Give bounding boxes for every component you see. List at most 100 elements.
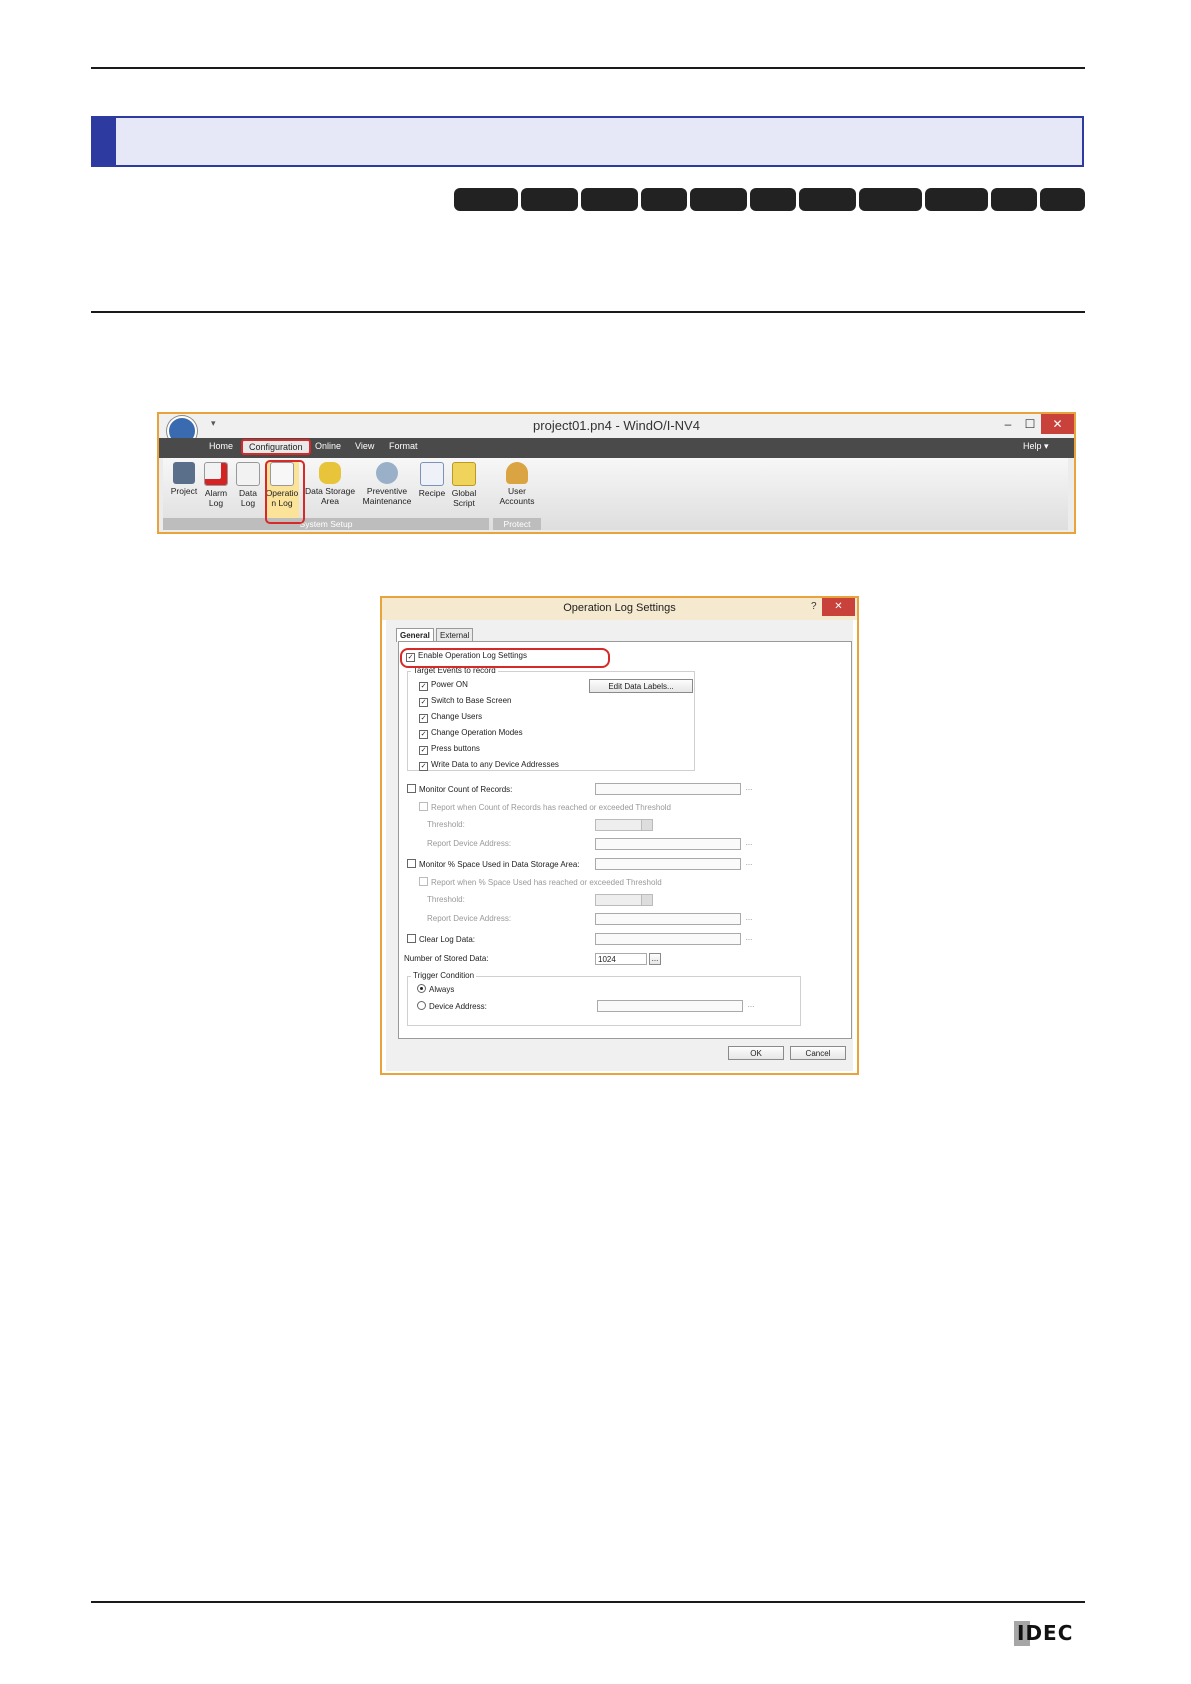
- tab-configuration[interactable]: Configuration: [241, 439, 311, 455]
- clear-log-checkbox[interactable]: [407, 934, 416, 943]
- checkbox-icon[interactable]: ✓: [419, 746, 428, 755]
- monitor-count-browse[interactable]: ...: [743, 783, 755, 795]
- project-button[interactable]: Project: [169, 462, 199, 496]
- dialog-body: General External Memory Device ✓Enable O…: [386, 620, 853, 1071]
- event-change-users[interactable]: ✓ Change Users: [419, 712, 482, 723]
- tab-general[interactable]: General: [396, 628, 434, 642]
- tab-view[interactable]: View: [355, 441, 374, 451]
- event-press-buttons[interactable]: ✓ Press buttons: [419, 744, 480, 755]
- clear-log-row[interactable]: Clear Log Data:: [407, 934, 475, 944]
- event-write-data[interactable]: ✓ Write Data to any Device Addresses: [419, 760, 559, 771]
- tab-home[interactable]: Home: [209, 441, 233, 451]
- event-label: Write Data to any Device Addresses: [431, 760, 559, 769]
- data-storage-area-button[interactable]: Data Storage Area: [303, 462, 357, 506]
- model-badge: [859, 188, 922, 211]
- report-address-2-field[interactable]: [595, 913, 741, 925]
- checkbox-icon[interactable]: ✓: [419, 698, 428, 707]
- operation-log-settings-dialog: Operation Log Settings ? ✕ General Exter…: [380, 596, 859, 1075]
- report-address-2-browse[interactable]: ...: [743, 913, 755, 925]
- monitor-count-field[interactable]: [595, 783, 741, 795]
- device-address-radio-row[interactable]: Device Address:: [417, 1001, 487, 1011]
- monitor-count-checkbox[interactable]: [407, 784, 416, 793]
- user-accounts-icon: [506, 462, 528, 484]
- report-address-2-label: Report Device Address:: [427, 914, 512, 923]
- checkbox-icon[interactable]: ✓: [419, 714, 428, 723]
- data-log-icon: [236, 462, 260, 486]
- edit-data-labels-button[interactable]: Edit Data Labels...: [589, 679, 693, 693]
- threshold-1-label: Threshold:: [427, 820, 465, 829]
- trigger-device-address-field[interactable]: [597, 1000, 743, 1012]
- alarm-log-button[interactable]: Alarm Log: [201, 462, 231, 508]
- model-badge: [991, 188, 1037, 211]
- tab-online[interactable]: Online: [315, 441, 341, 451]
- checkbox-icon[interactable]: ✓: [419, 730, 428, 739]
- event-label: Press buttons: [431, 744, 480, 753]
- window-title: project01.pn4 - WindO/I-NV4: [533, 418, 700, 433]
- alarm-log-icon: [204, 462, 228, 486]
- checkbox-icon[interactable]: ✓: [419, 682, 428, 691]
- report-address-1-label: Report Device Address:: [427, 839, 512, 848]
- model-badge: [750, 188, 796, 211]
- device-address-radio[interactable]: [417, 1001, 426, 1010]
- close-button[interactable]: ✕: [1041, 414, 1074, 434]
- tab-format[interactable]: Format: [389, 441, 418, 451]
- highlight-enable-setting: [400, 648, 610, 668]
- event-power-on[interactable]: ✓ Power ON: [419, 680, 468, 691]
- user-accounts-label-1: User: [508, 486, 526, 496]
- report-space-row[interactable]: Report when % Space Used has reached or …: [419, 877, 662, 887]
- tab-external-memory-device[interactable]: External Memory Device: [436, 628, 474, 666]
- event-switch-base-screen[interactable]: ✓ Switch to Base Screen: [419, 696, 511, 707]
- event-label: Change Operation Modes: [431, 728, 523, 737]
- maximize-button[interactable]: ☐: [1019, 414, 1041, 434]
- event-label: Change Users: [431, 712, 483, 721]
- cancel-button[interactable]: Cancel: [790, 1046, 846, 1060]
- stored-data-field[interactable]: 1024: [595, 953, 647, 965]
- always-radio-row[interactable]: Always: [417, 984, 454, 994]
- threshold-2-label: Threshold:: [427, 895, 465, 904]
- model-badge: [581, 188, 638, 211]
- data-log-label-2: Log: [240, 498, 256, 508]
- monitor-space-checkbox[interactable]: [407, 859, 416, 868]
- monitor-space-browse[interactable]: ...: [743, 858, 755, 870]
- always-label: Always: [429, 985, 455, 994]
- preventive-maintenance-button[interactable]: Preventive Maintenance: [359, 462, 415, 506]
- global-script-button[interactable]: Global Script: [449, 462, 479, 508]
- ok-button[interactable]: OK: [728, 1046, 784, 1060]
- report-space-checkbox[interactable]: [419, 877, 428, 886]
- dialog-close-button[interactable]: ✕: [822, 598, 855, 616]
- global-script-label-1: Global: [451, 488, 477, 498]
- project-label: Project: [170, 486, 198, 496]
- dialog-titlebar: Operation Log Settings ? ✕: [382, 598, 857, 620]
- monitor-space-row[interactable]: Monitor % Space Used in Data Storage Are…: [407, 859, 580, 869]
- monitor-count-row[interactable]: Monitor Count of Records:: [407, 784, 512, 794]
- user-accounts-button[interactable]: User Accounts: [499, 462, 535, 506]
- preventive-maintenance-label-1: Preventive: [366, 486, 408, 496]
- threshold-1-spinner[interactable]: [595, 819, 653, 831]
- event-label: Switch to Base Screen: [431, 696, 512, 705]
- report-count-row[interactable]: Report when Count of Records has reached…: [419, 802, 671, 812]
- minimize-button[interactable]: –: [997, 414, 1019, 434]
- always-radio[interactable]: [417, 984, 426, 993]
- data-log-label-1: Data: [239, 488, 257, 498]
- recipe-button[interactable]: Recipe: [417, 462, 447, 498]
- checkbox-icon[interactable]: ✓: [419, 762, 428, 771]
- dialog-title: Operation Log Settings: [563, 602, 676, 614]
- event-change-operation-modes[interactable]: ✓ Change Operation Modes: [419, 728, 523, 739]
- model-badge: [641, 188, 687, 211]
- stored-data-browse[interactable]: ...: [649, 953, 661, 965]
- report-address-1-field[interactable]: [595, 838, 741, 850]
- report-count-checkbox[interactable]: [419, 802, 428, 811]
- section-title-marker: [93, 118, 116, 165]
- report-address-1-browse[interactable]: ...: [743, 838, 755, 850]
- clear-log-field[interactable]: [595, 933, 741, 945]
- trigger-device-address-browse[interactable]: ...: [745, 1000, 757, 1012]
- data-log-button[interactable]: Data Log: [233, 462, 263, 508]
- help-menu[interactable]: Help ▾: [1023, 441, 1049, 452]
- general-panel: ✓ Enable Operation Log Settings Target Ev…: [398, 641, 852, 1039]
- stored-data-label: Number of Stored Data:: [404, 954, 489, 963]
- dialog-help-button[interactable]: ?: [811, 601, 817, 612]
- global-script-icon: [452, 462, 476, 486]
- clear-log-browse[interactable]: ...: [743, 933, 755, 945]
- threshold-2-spinner[interactable]: [595, 894, 653, 906]
- monitor-space-field[interactable]: [595, 858, 741, 870]
